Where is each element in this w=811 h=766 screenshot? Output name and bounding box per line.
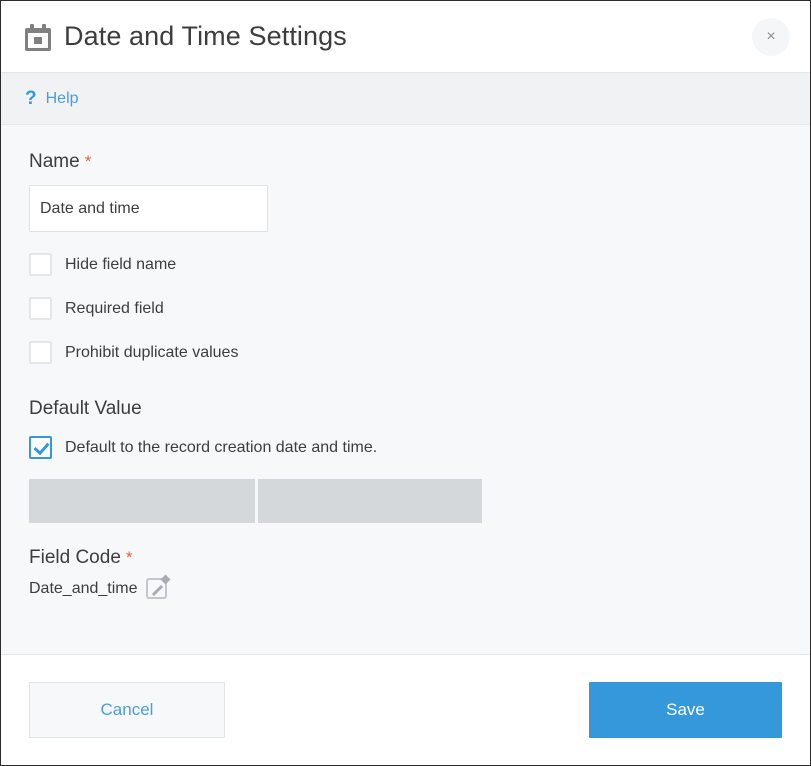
checkbox-label-prohibit-duplicate-values: Prohibit duplicate values	[65, 344, 238, 362]
save-button[interactable]: Save	[589, 682, 782, 738]
checkbox-label-required-field: Required field	[65, 300, 164, 318]
field-code-value: Date_and_time	[29, 580, 138, 598]
default-value-label-text: Default Value	[29, 398, 142, 420]
default-date-input-disabled	[29, 479, 255, 523]
checkbox-label-hide-field-name: Hide field name	[65, 256, 176, 274]
edit-pencil-icon[interactable]	[146, 578, 167, 599]
page-title: Date and Time Settings	[64, 21, 347, 52]
field-code-section-label: Field Code *	[29, 547, 782, 569]
checkbox-row-required-field[interactable]: Required field	[29, 297, 782, 320]
help-bar[interactable]: ? Help	[1, 73, 810, 125]
field-code-row: Date_and_time	[29, 578, 782, 599]
dialog-title-wrap: Date and Time Settings	[25, 21, 752, 52]
name-required-marker: *	[85, 153, 92, 170]
default-value-section-label: Default Value	[29, 398, 782, 420]
dialog-footer: Cancel Save	[1, 654, 810, 765]
name-section-label: Name *	[29, 151, 782, 173]
field-code-required-marker: *	[126, 549, 133, 566]
checkbox-default-to-creation-datetime[interactable]	[29, 436, 52, 459]
field-code-label-text: Field Code	[29, 547, 121, 569]
help-link[interactable]: Help	[46, 90, 79, 108]
name-label-text: Name	[29, 151, 80, 173]
checkbox-required-field[interactable]	[29, 297, 52, 320]
checkbox-row-default-to-creation-datetime[interactable]: Default to the record creation date and …	[29, 436, 782, 459]
cancel-button[interactable]: Cancel	[29, 682, 225, 738]
dialog-header: Date and Time Settings ×	[1, 1, 810, 73]
checkbox-prohibit-duplicate-values[interactable]	[29, 341, 52, 364]
default-value-fields	[29, 479, 782, 523]
close-button[interactable]: ×	[752, 18, 790, 56]
calendar-icon-date-mark	[34, 37, 42, 44]
name-input[interactable]	[29, 185, 268, 232]
help-icon: ?	[25, 89, 37, 108]
checkbox-label-default-to-creation-datetime: Default to the record creation date and …	[65, 439, 377, 457]
checkbox-hide-field-name[interactable]	[29, 253, 52, 276]
checkbox-row-hide-field-name[interactable]: Hide field name	[29, 253, 782, 276]
close-icon: ×	[766, 29, 775, 45]
checkbox-row-prohibit-duplicate-values[interactable]: Prohibit duplicate values	[29, 341, 782, 364]
default-time-input-disabled	[258, 479, 482, 523]
calendar-icon	[25, 24, 51, 51]
date-time-settings-dialog: Date and Time Settings × ? Help Name * H…	[0, 0, 811, 766]
dialog-body: Name * Hide field name Required field Pr…	[1, 125, 810, 654]
